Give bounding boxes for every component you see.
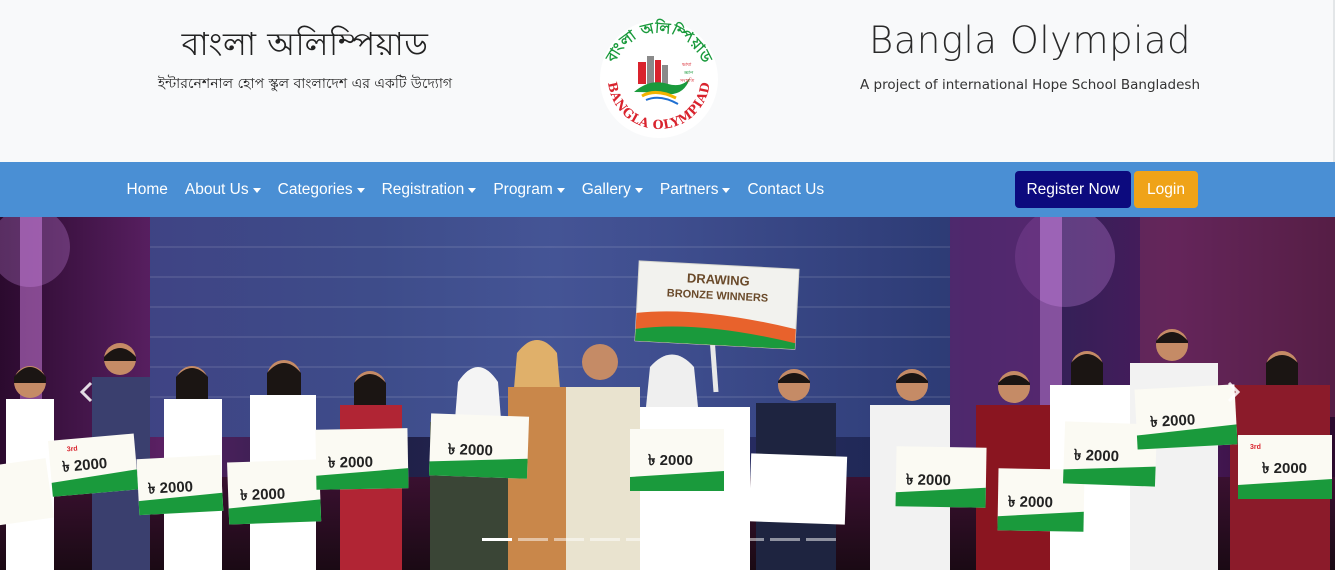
- chevron-right-icon: [1227, 381, 1241, 403]
- nav-categories[interactable]: Categories: [269, 181, 373, 199]
- carousel-indicator-5[interactable]: [626, 538, 656, 541]
- cheque-rank: 3rd: [67, 445, 78, 453]
- caret-down-icon: [252, 188, 261, 193]
- carousel-indicator-7[interactable]: [698, 538, 728, 541]
- nav-registration[interactable]: Registration: [373, 181, 485, 199]
- english-site-subtitle: A project of international Hope School B…: [859, 77, 1201, 93]
- nav-partners-label: Partners: [659, 180, 719, 198]
- carousel-indicators: [482, 538, 836, 541]
- chevron-left-icon: [79, 381, 93, 403]
- nav-partners[interactable]: Partners: [651, 181, 739, 199]
- cheque-rank: 3rd: [1250, 444, 1261, 451]
- logo-center-3: সংস্কৃতি: [679, 78, 694, 84]
- caret-down-icon: [722, 188, 731, 193]
- caret-down-icon: [634, 188, 643, 193]
- nav-about-us-label: About Us: [184, 180, 249, 198]
- cheque-amount: ৳ 2000: [240, 486, 286, 505]
- carousel-indicator-8[interactable]: [734, 538, 764, 541]
- caret-down-icon: [356, 188, 365, 193]
- nav-about-us[interactable]: About Us: [176, 181, 269, 199]
- carousel-indicator-1[interactable]: [482, 538, 512, 541]
- carousel-indicator-4[interactable]: [590, 538, 620, 541]
- cheque-amount: ৳ 2000: [1074, 447, 1120, 466]
- cheque-amount: ৳ 2000: [1008, 493, 1053, 511]
- carousel-indicator-10[interactable]: [806, 538, 836, 541]
- login-button[interactable]: Login: [1134, 171, 1198, 208]
- carousel-indicator-9[interactable]: [770, 538, 800, 541]
- hero-carousel[interactable]: DRAWING BRONZE WINNERS 3rd ৳ 2000 ৳ 2000…: [0, 217, 1335, 570]
- nav-home-label: Home: [126, 180, 168, 198]
- logo-center-1: ভাষা: [681, 62, 692, 68]
- nav-contact-us[interactable]: Contact Us: [739, 181, 833, 199]
- cheque-amount: ৳ 2000: [148, 478, 194, 497]
- carousel-next-button[interactable]: [1218, 372, 1248, 412]
- cheque-amount: ৳ 2000: [1262, 460, 1307, 477]
- carousel-indicator-3[interactable]: [554, 538, 584, 541]
- carousel-indicator-6[interactable]: [662, 538, 692, 541]
- cheque-amount: ৳ 2000: [906, 471, 951, 489]
- nav-program[interactable]: Program: [485, 181, 573, 199]
- carousel-prev-button[interactable]: [72, 372, 102, 412]
- hero-slide-image: DRAWING BRONZE WINNERS 3rd ৳ 2000 ৳ 2000…: [0, 217, 1335, 570]
- nav-gallery[interactable]: Gallery: [573, 181, 651, 199]
- nav-contact-us-label: Contact Us: [747, 180, 825, 198]
- cheque-amount: ৳ 2000: [1150, 411, 1196, 430]
- nav-categories-label: Categories: [277, 180, 353, 198]
- cheque-amount: ৳ 2000: [448, 441, 494, 460]
- nav-home[interactable]: Home: [118, 181, 176, 199]
- logo-center-2: জ্ঞান: [683, 70, 694, 76]
- nav-gallery-label: Gallery: [581, 180, 631, 198]
- register-now-button[interactable]: Register Now: [1015, 171, 1131, 208]
- nav-menu: Home About Us Categories Registration Pr…: [118, 162, 833, 217]
- site-header: বাংলা অলিম্পিয়াড ইন্টারনেশনাল হোপ স্কুল…: [0, 0, 1335, 162]
- bangla-site-subtitle: ইন্টারনেশনাল হোপ স্কুল বাংলাদেশ এর একটি …: [157, 76, 453, 92]
- bangla-olympiad-logo[interactable]: বাংলা অলিম্পিয়াড BANGLA OLYMPIAD ভাষা জ…: [598, 18, 720, 140]
- carousel-indicator-2[interactable]: [518, 538, 548, 541]
- nav-registration-label: Registration: [381, 180, 465, 198]
- bangla-brand: বাংলা অলিম্পিয়াড ইন্টারনেশনাল হোপ স্কুল…: [100, 22, 510, 96]
- nav-program-label: Program: [493, 180, 553, 198]
- english-site-title[interactable]: Bangla Olympiad: [840, 18, 1220, 64]
- caret-down-icon: [468, 188, 477, 193]
- bangla-site-title[interactable]: বাংলা অলিম্পিয়াড: [100, 22, 510, 66]
- caret-down-icon: [556, 188, 565, 193]
- cheque-amount: ৳ 2000: [648, 452, 693, 469]
- cheque-amount: ৳ 2000: [328, 454, 373, 472]
- english-brand: Bangla Olympiad A project of internation…: [840, 18, 1220, 93]
